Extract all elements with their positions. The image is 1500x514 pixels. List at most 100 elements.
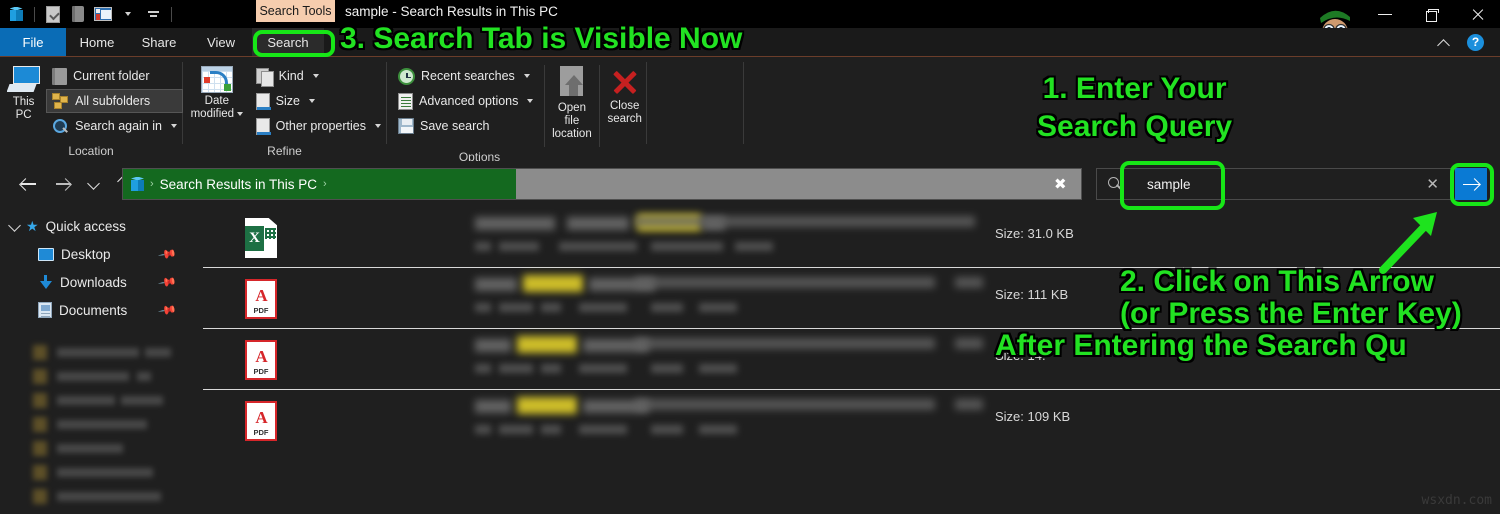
advanced-options-label: Advanced options <box>419 94 519 108</box>
file-size: Size: 31.0 KB <box>995 226 1074 241</box>
forward-button[interactable] <box>49 170 77 198</box>
recent-locations-button[interactable] <box>79 170 107 198</box>
advanced-options-button[interactable]: Advanced options <box>393 90 538 112</box>
table-row[interactable]: X Size: 31.0 KB <box>185 206 1500 267</box>
documents-icon <box>38 302 52 318</box>
pdf-file-icon: A PDF <box>245 340 279 380</box>
back-button[interactable] <box>14 170 42 198</box>
date-modified-button[interactable]: Date modified <box>183 62 251 121</box>
date-modified-label-1: Date <box>204 95 229 107</box>
highlight-go-button <box>1450 163 1494 206</box>
open-file-location-button[interactable]: Open file location <box>549 62 595 141</box>
save-search-button[interactable]: Save search <box>393 115 538 137</box>
chevron-down-icon <box>375 124 381 128</box>
star-icon: ★ <box>26 217 39 234</box>
breadcrumb[interactable]: › Search Results in This PC › <box>123 169 516 199</box>
annotation-step-2-line-2: (or Press the Enter Key) <box>1120 297 1462 330</box>
search-clear-icon[interactable]: ✕ <box>1426 175 1439 193</box>
address-clear-button[interactable]: ✖ <box>1042 169 1081 199</box>
open-file-location-icon <box>555 66 589 100</box>
kind-button[interactable]: Kind <box>251 65 386 87</box>
breadcrumb-path[interactable]: Search Results in This PC <box>160 177 317 192</box>
quick-access-toolbar <box>6 2 175 26</box>
title-bar: Search Tools sample - Search Results in … <box>0 0 1500 42</box>
highlight-search-input <box>1120 161 1225 210</box>
toolbar-divider <box>34 6 35 22</box>
ribbon-separator-4 <box>743 62 744 144</box>
breadcrumb-separator-2[interactable]: › <box>323 178 327 190</box>
sidebar-item-downloads[interactable]: Downloads 📌 <box>0 268 185 296</box>
search-again-in-button[interactable]: Search again in <box>47 115 182 137</box>
current-folder-label: Current folder <box>73 69 150 83</box>
tab-view[interactable]: View <box>190 28 252 56</box>
sidebar-redacted-items <box>33 341 185 514</box>
this-pc-icon[interactable] <box>6 4 26 24</box>
contextual-tab-header: Search Tools <box>256 0 335 22</box>
current-folder-button[interactable]: Current folder <box>47 65 182 87</box>
close-search-button[interactable]: Close search <box>603 62 646 126</box>
other-properties-button[interactable]: Other properties <box>251 115 386 137</box>
file-size: Size: 111 KB <box>995 287 1069 302</box>
all-subfolders-label: All subfolders <box>75 94 151 108</box>
pin-icon[interactable]: 📌 <box>157 244 177 264</box>
chevron-down-icon <box>527 99 534 103</box>
kind-label: Kind <box>278 69 304 83</box>
size-button[interactable]: Size <box>251 90 386 112</box>
address-bar[interactable]: › Search Results in This PC › ✖ <box>122 168 1082 200</box>
maximize-button[interactable] <box>1408 0 1454 28</box>
recent-searches-button[interactable]: Recent searches <box>393 65 538 87</box>
date-modified-label-2: modified <box>190 108 235 120</box>
folder-icon <box>52 67 68 85</box>
row-divider <box>203 389 1500 390</box>
window-controls <box>1362 0 1500 28</box>
tab-home[interactable]: Home <box>66 28 128 56</box>
ribbon-group-refine: Date modified Kind Size Other properties… <box>183 57 386 162</box>
view-icon[interactable] <box>93 4 113 24</box>
annotation-step-1-line-2: Search Query <box>1037 110 1233 143</box>
close-button[interactable] <box>1454 0 1500 28</box>
green-arrow-icon <box>1379 212 1445 274</box>
new-folder-icon[interactable] <box>68 4 88 24</box>
size-label: Size <box>275 94 300 108</box>
open-file-location-label-2: location <box>552 128 592 140</box>
toolbar-divider-2 <box>171 6 172 22</box>
chevron-down-icon <box>523 74 530 78</box>
ribbon-tab-strip: File Home Share View Search ? <box>0 28 1500 56</box>
downloads-icon <box>38 274 53 290</box>
properties-icon[interactable] <box>43 4 63 24</box>
tab-file[interactable]: File <box>0 28 66 56</box>
customize-dropdown-icon[interactable] <box>143 4 163 24</box>
tab-share[interactable]: Share <box>128 28 190 56</box>
chevron-up-icon[interactable] <box>1438 36 1451 49</box>
chevron-down-icon[interactable] <box>8 219 22 233</box>
highlight-search-tab <box>253 30 335 57</box>
pin-icon[interactable]: 📌 <box>157 300 177 320</box>
ribbon-separator-3 <box>646 62 647 144</box>
breadcrumb-separator: › <box>150 178 154 190</box>
close-search-label-2: search <box>607 113 642 125</box>
table-row[interactable]: A PDF Size: 109 KB <box>185 389 1500 450</box>
chevron-down-icon <box>237 111 244 116</box>
file-size: Size: 109 KB <box>995 409 1071 424</box>
help-icon[interactable]: ? <box>1467 33 1484 51</box>
properties-icon <box>255 117 271 135</box>
this-pc-icon <box>6 66 41 94</box>
search-again-in-label: Search again in <box>75 119 162 133</box>
sidebar-item-desktop[interactable]: Desktop 📌 <box>0 240 185 268</box>
window-title: sample - Search Results in This PC <box>345 4 558 19</box>
sidebar-item-quick-access[interactable]: ★ Quick access <box>0 212 185 240</box>
pin-icon[interactable]: 📌 <box>157 272 177 292</box>
kind-icon <box>255 67 274 87</box>
sidebar-item-documents[interactable]: Documents 📌 <box>0 296 185 324</box>
all-subfolders-button[interactable]: All subfolders <box>46 89 183 113</box>
minimize-button[interactable] <box>1362 0 1408 28</box>
close-search-icon <box>608 66 642 98</box>
sidebar-item-label: Quick access <box>45 218 126 234</box>
view-dropdown-icon[interactable] <box>118 4 138 24</box>
annotation-step-1-line-1: 1. Enter Your <box>1042 72 1227 105</box>
annotation-step-1: 1. Enter Your Search Query <box>1037 70 1232 146</box>
chevron-down-icon <box>171 124 177 128</box>
this-pc-button[interactable]: This PC <box>0 62 47 122</box>
sidebar-item-label: Downloads <box>60 274 127 290</box>
size-icon <box>255 92 271 110</box>
